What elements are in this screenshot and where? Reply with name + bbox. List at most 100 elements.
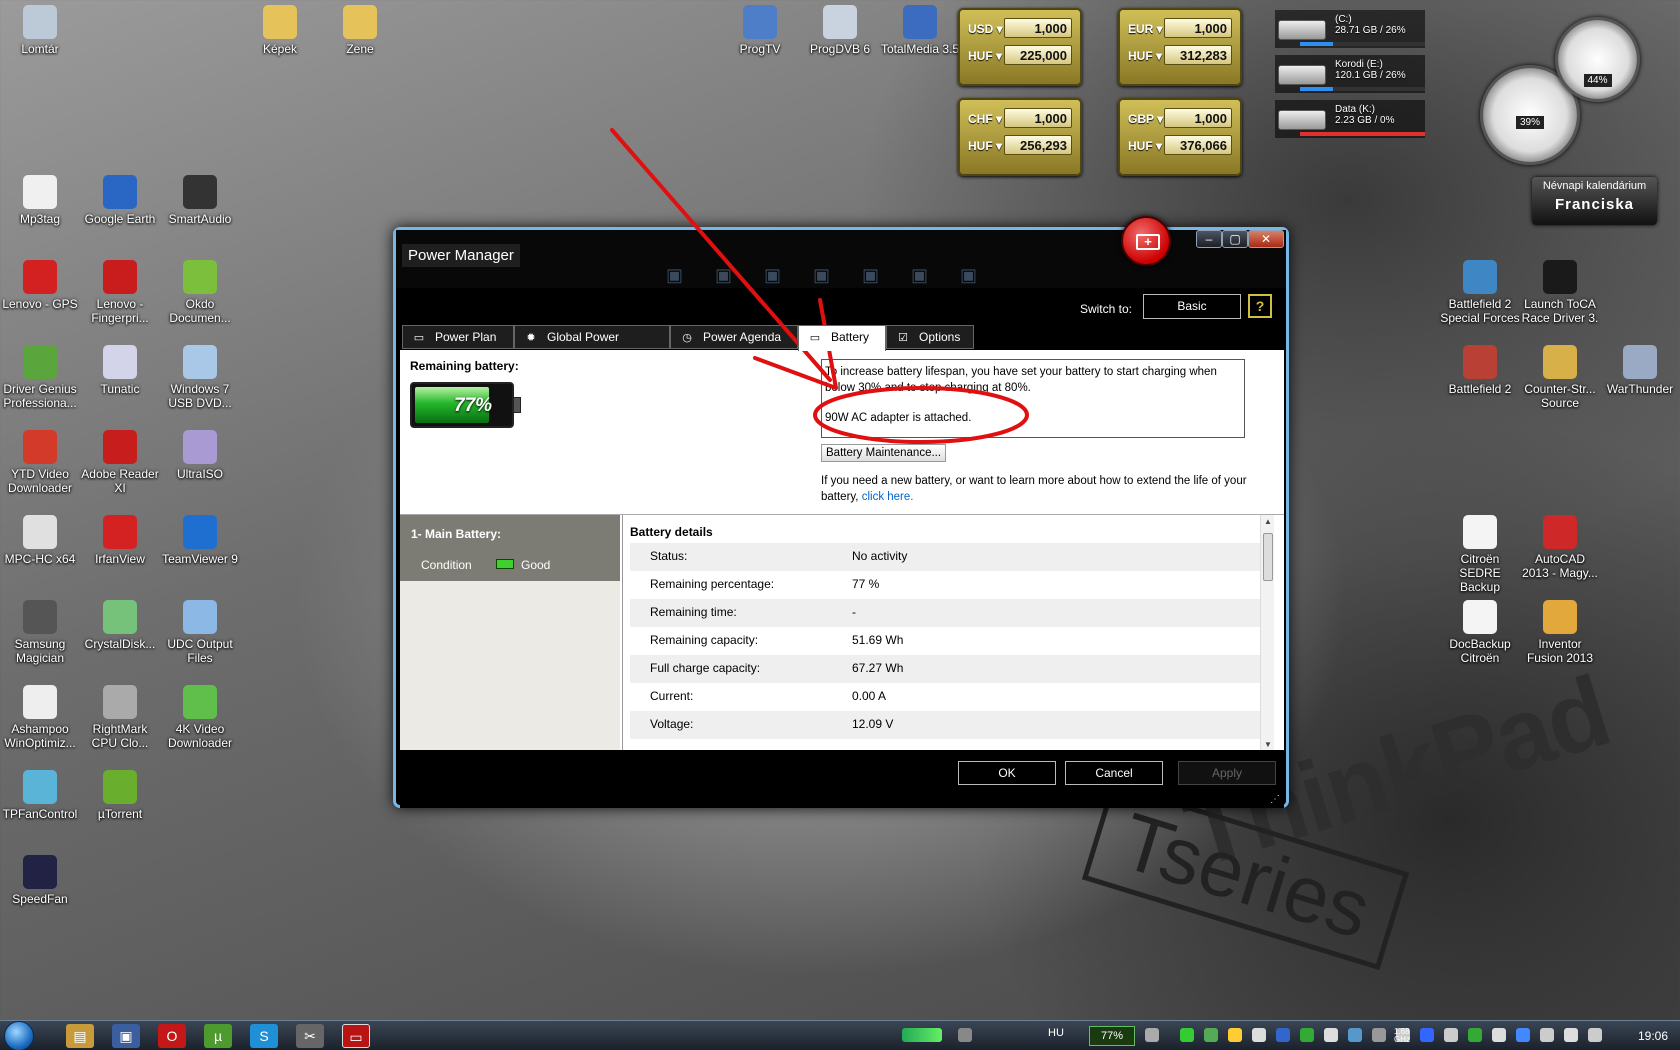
desktop-icon[interactable]: SmartAudio: [160, 175, 240, 226]
tray-app-icon[interactable]: [1492, 1028, 1506, 1042]
tray-app-icon[interactable]: [1252, 1028, 1266, 1042]
language-indicator[interactable]: HU: [1048, 1027, 1064, 1039]
scroll-thumb[interactable]: [1263, 533, 1273, 581]
currency-amount-field[interactable]: 1,000: [1004, 108, 1072, 128]
drive-gadget[interactable]: Data (K:) 2.23 GB / 0%: [1275, 100, 1425, 138]
desktop-icon[interactable]: YTD Video Downloader: [0, 430, 80, 495]
tab-global-power-settings[interactable]: ✹Global Power Settings: [514, 325, 670, 367]
desktop-icon[interactable]: Ashampoo WinOptimiz...: [0, 685, 80, 750]
apply-button[interactable]: Apply: [1178, 761, 1276, 785]
desktop-icon[interactable]: Battlefield 2: [1440, 345, 1520, 396]
ok-button[interactable]: OK: [958, 761, 1056, 785]
tray-app-icon[interactable]: [1420, 1028, 1434, 1042]
desktop-icon[interactable]: SpeedFan: [0, 855, 80, 906]
desktop-icon[interactable]: Inventor Fusion 2013: [1520, 600, 1600, 665]
currency-converter-gadget[interactable]: USD ▾ 1,000 HUF ▾ 225,000: [958, 8, 1082, 86]
window-titlebar[interactable]: Power Manager ▣▣▣▣▣▣▣ + – ▢ ✕: [396, 216, 1286, 288]
desktop-icon[interactable]: µTorrent: [80, 770, 160, 821]
tray-app-icon[interactable]: [1540, 1028, 1554, 1042]
utorrent-taskbar-icon[interactable]: µ: [204, 1024, 232, 1048]
tab-options[interactable]: ☑ Options: [886, 325, 974, 349]
tab-power-plan[interactable]: ▭ Power Plan: [402, 325, 514, 349]
desktop-icon[interactable]: Citroën SEDRE Backup: [1440, 515, 1520, 594]
currency-converter-gadget[interactable]: GBP ▾ 1,000 HUF ▾ 376,066: [1118, 98, 1242, 176]
currency-select[interactable]: HUF ▾: [968, 49, 1002, 63]
power-manager-taskbar-icon[interactable]: ▭: [342, 1024, 370, 1048]
desktop-icon[interactable]: ProgDVB 6: [800, 5, 880, 56]
tray-app-icon[interactable]: [1324, 1028, 1338, 1042]
skype-taskbar-icon[interactable]: S: [250, 1024, 278, 1048]
plug-icon[interactable]: [1145, 1028, 1159, 1042]
details-scrollbar[interactable]: ▲ ▼: [1260, 515, 1274, 751]
scroll-up-arrow[interactable]: ▲: [1264, 517, 1272, 526]
tray-app-icon[interactable]: [1276, 1028, 1290, 1042]
tray-app-icon[interactable]: [1516, 1028, 1530, 1042]
desktop-icon[interactable]: Samsung Magician: [0, 600, 80, 665]
currency-amount-field[interactable]: 376,066: [1164, 135, 1232, 155]
desktop-icon[interactable]: Tunatic: [80, 345, 160, 396]
desktop-icon[interactable]: Lomtár: [0, 5, 80, 56]
tray-app-icon[interactable]: [1468, 1028, 1482, 1042]
scroll-down-arrow[interactable]: ▼: [1264, 740, 1272, 749]
tray-app-icon[interactable]: [1564, 1028, 1578, 1042]
tray-battery-indicator[interactable]: 77%: [1089, 1026, 1135, 1046]
drive-gadget[interactable]: (C:) 28.71 GB / 26%: [1275, 10, 1425, 48]
currency-select[interactable]: CHF ▾: [968, 112, 1002, 126]
tray-app-icon[interactable]: [1300, 1028, 1314, 1042]
currency-select[interactable]: HUF ▾: [1128, 49, 1162, 63]
desktop-icon[interactable]: Counter-Str... Source: [1520, 345, 1600, 410]
desktop-icon[interactable]: Zene: [320, 5, 400, 56]
opera-taskbar-icon[interactable]: O: [158, 1024, 186, 1048]
currency-select[interactable]: USD ▾: [968, 22, 1003, 36]
desktop-icon[interactable]: TotalMedia 3.5: [880, 5, 960, 56]
drive-gadget[interactable]: Korodi (E:) 120.1 GB / 26%: [1275, 55, 1425, 93]
currency-amount-field[interactable]: 256,293: [1004, 135, 1072, 155]
signal-icon[interactable]: [902, 1028, 942, 1042]
main-battery-item[interactable]: 1- Main Battery: Condition Good: [400, 515, 620, 581]
desktop-icon[interactable]: Lenovo - GPS: [0, 260, 80, 311]
tray-app-icon[interactable]: [1228, 1028, 1242, 1042]
desktop-icon[interactable]: CrystalDisk...: [80, 600, 160, 651]
tray-app-icon[interactable]: [1588, 1028, 1602, 1042]
battery-maintenance-button[interactable]: Battery Maintenance...: [821, 444, 947, 462]
desktop-icon[interactable]: UltraISO: [160, 430, 240, 481]
tab-battery[interactable]: ▭ Battery: [798, 325, 886, 351]
maximize-button[interactable]: ▢: [1222, 230, 1248, 248]
minimize-button[interactable]: –: [1196, 230, 1222, 248]
resize-grip-icon[interactable]: ⋰: [1270, 794, 1280, 805]
desktop-icon[interactable]: IrfanView: [80, 515, 160, 566]
click-here-link[interactable]: click here.: [862, 491, 914, 503]
power-manager-window[interactable]: Power Manager ▣▣▣▣▣▣▣ + – ▢ ✕ Switch to:…: [393, 216, 1289, 808]
tray-app-icon[interactable]: [1180, 1028, 1194, 1042]
desktop-icon[interactable]: Windows 7 USB DVD...: [160, 345, 240, 410]
desktop-icon[interactable]: AutoCAD 2013 - Magy...: [1520, 515, 1600, 580]
save-taskbar-icon[interactable]: ▣: [112, 1024, 140, 1048]
currency-select[interactable]: GBP ▾: [1128, 112, 1163, 126]
tab-power-agenda[interactable]: ◷ Power Agenda: [670, 325, 798, 349]
desktop-icon[interactable]: TPFanControl: [0, 770, 80, 821]
currency-amount-field[interactable]: 312,283: [1164, 45, 1232, 65]
desktop-icon[interactable]: Google Earth: [80, 175, 160, 226]
currency-select[interactable]: HUF ▾: [968, 139, 1002, 153]
tool-taskbar-icon[interactable]: ✂: [296, 1024, 324, 1048]
desktop-icon[interactable]: Driver Genius Professiona...: [0, 345, 80, 410]
desktop-icon[interactable]: Képek: [240, 5, 320, 56]
desktop-icon[interactable]: TeamViewer 9: [160, 515, 240, 566]
tray-app-icon[interactable]: [1204, 1028, 1218, 1042]
help-icon[interactable]: ?: [1248, 294, 1272, 318]
start-button[interactable]: [4, 1021, 44, 1050]
tray-app-icon[interactable]: [1372, 1028, 1386, 1042]
desktop-icon[interactable]: Battlefield 2 Special Forces: [1440, 260, 1520, 325]
desktop-icon[interactable]: Mp3tag: [0, 175, 80, 226]
cpu-frequency-indicator[interactable]: 1.68 GHz: [1394, 1028, 1414, 1044]
desktop-icon[interactable]: DocBackup Citroën: [1440, 600, 1520, 665]
wireless-icon[interactable]: [958, 1028, 972, 1042]
tray-app-icon[interactable]: [1348, 1028, 1362, 1042]
tray-app-icon[interactable]: [1444, 1028, 1458, 1042]
desktop-icon[interactable]: WarThunder: [1600, 345, 1680, 396]
currency-select[interactable]: EUR ▾: [1128, 22, 1163, 36]
desktop-icon[interactable]: MPC-HC x64: [0, 515, 80, 566]
desktop-icon[interactable]: Adobe Reader XI: [80, 430, 160, 495]
close-button[interactable]: ✕: [1248, 230, 1284, 248]
currency-select[interactable]: HUF ▾: [1128, 139, 1162, 153]
